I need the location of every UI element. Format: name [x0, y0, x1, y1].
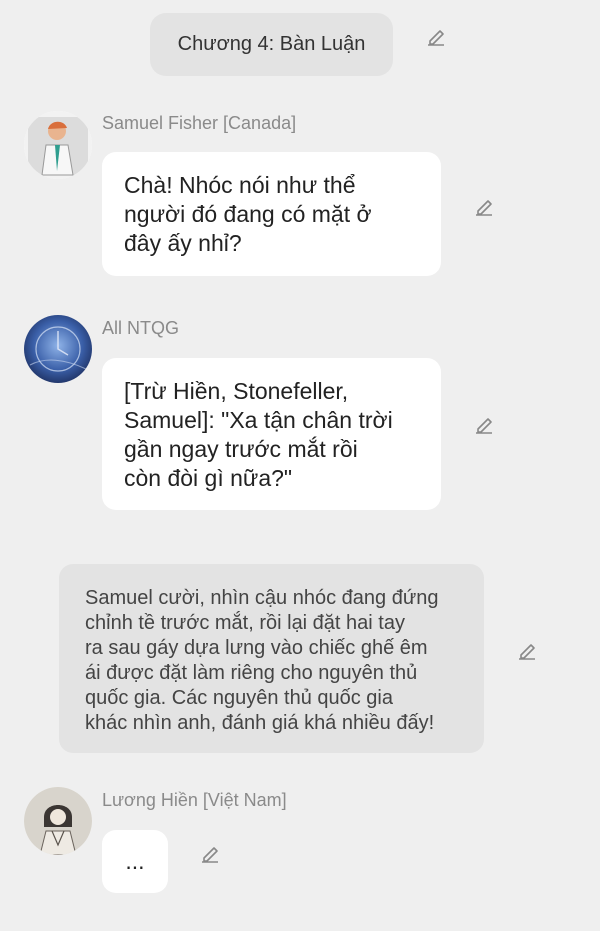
avatar-image [24, 787, 92, 855]
avatar-luong-hien[interactable] [24, 787, 92, 855]
message-line: người đó đang có mặt ở [124, 201, 372, 227]
message-line: Samuel]: "Xa tận chân trời [124, 407, 393, 433]
narration-line: Samuel cười, nhìn cậu nhóc đang đứng [85, 587, 439, 609]
author-name: All NTQG [102, 318, 180, 338]
author-name: Lương Hiền [Việt Nam] [102, 790, 287, 810]
edit-message-button[interactable] [197, 841, 223, 867]
chapter-title: Chương 4: Bàn Luận [150, 13, 393, 76]
narration-block: Samuel cười, nhìn cậu nhóc đang đứng chỉ… [59, 564, 484, 753]
message-line: Chà! Nhóc nói như thể [124, 172, 356, 198]
pencil-icon [476, 418, 492, 434]
message-line: còn đòi gì nữa?" [124, 465, 293, 491]
avatar-all-ntqg[interactable] [24, 315, 92, 383]
message-line: ... [125, 848, 145, 874]
avatar-image [24, 315, 92, 383]
message-line: gần ngay trước mắt rồi [124, 436, 358, 462]
narration-line: chỉnh tề trước mắt, rồi lại đặt hai tay [85, 612, 405, 634]
message-bubble: [Trừ Hiền, Stonefeller, Samuel]: "Xa tận… [102, 358, 441, 510]
edit-message-button[interactable] [471, 194, 497, 220]
edit-message-button[interactable] [471, 412, 497, 438]
message-bubble: ... [102, 830, 168, 893]
narration-line: ái được đặt làm riêng cho nguyên thủ [85, 662, 418, 684]
pencil-icon [202, 847, 218, 863]
author-name: Samuel Fisher [Canada] [102, 113, 297, 133]
edit-narration-button[interactable] [514, 638, 540, 664]
chapter-title-text: Chương 4: Bàn Luận [177, 33, 366, 55]
narration-line: ra sau gáy dựa lưng vào chiếc ghế êm [85, 637, 428, 659]
message-bubble: Chà! Nhóc nói như thể người đó đang có m… [102, 152, 441, 276]
avatar-image [24, 111, 92, 179]
avatar-samuel[interactable] [24, 111, 92, 179]
pencil-icon [476, 200, 492, 216]
edit-chapter-button[interactable] [423, 24, 449, 50]
message-line: đây ấy nhỉ? [124, 230, 242, 256]
pencil-icon [519, 644, 535, 660]
narration-line: khác nhìn anh, đánh giá khá nhiều đấy! [85, 712, 435, 734]
narration-line: quốc gia. Các nguyên thủ quốc gia [85, 687, 393, 709]
pencil-icon [428, 30, 444, 46]
message-line: [Trừ Hiền, Stonefeller, [124, 378, 349, 404]
